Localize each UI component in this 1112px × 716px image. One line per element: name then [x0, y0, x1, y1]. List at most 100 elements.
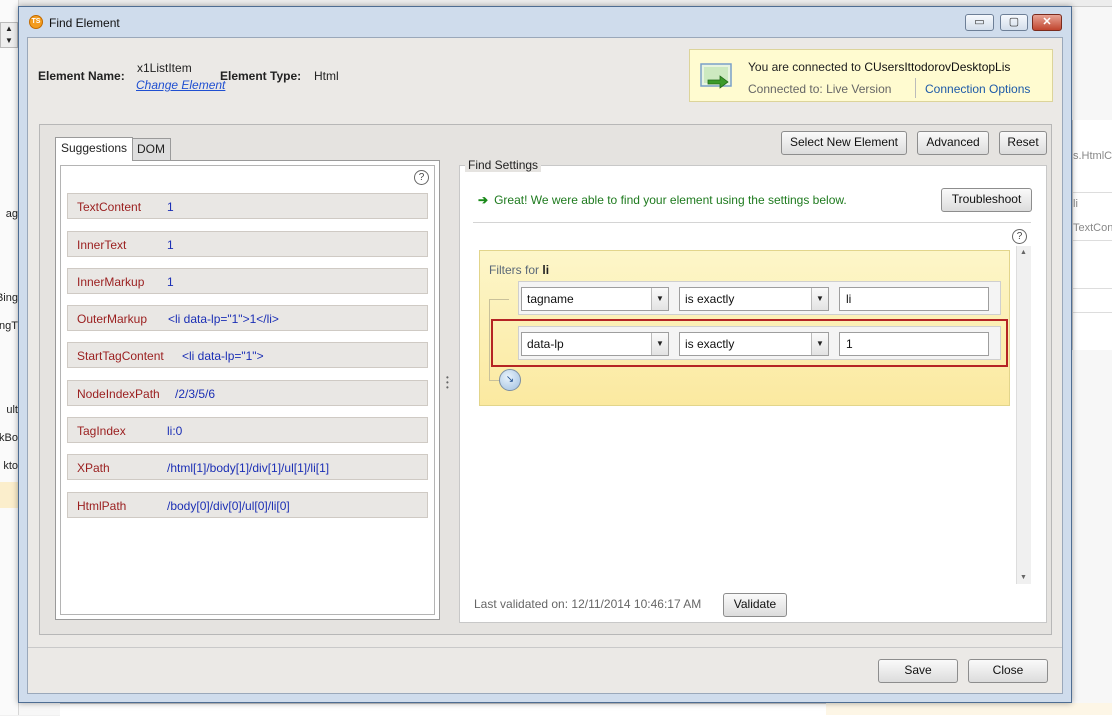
suggestion-value: 1	[167, 200, 174, 214]
filter-value-input[interactable]: 1	[839, 332, 989, 356]
success-message: ➔ Great! We were able to find your elemen…	[478, 193, 847, 207]
suggestion-key: InnerMarkup	[77, 275, 145, 289]
suggestion-item[interactable]: TagIndex li:0	[67, 417, 428, 443]
connection-status-panel: You are connected to CUsersIttodorovDesk…	[689, 49, 1053, 102]
filter-operator-value: is exactly	[685, 337, 735, 351]
element-name-label: Element Name:	[38, 69, 125, 83]
main-content-group: Suggestions DOM ? TextContent 1 InnerTex…	[39, 124, 1052, 635]
suggestions-list: ? TextContent 1 InnerText 1 InnerMarkup …	[60, 165, 435, 615]
background-text-fragment: kBo	[0, 432, 18, 444]
suggestion-value: <li data-lp="1">	[182, 349, 264, 363]
filter-operator-value: is exactly	[685, 292, 735, 306]
background-status-area-right	[826, 703, 1112, 715]
success-message-text: Great! We were able to find your element…	[494, 193, 847, 207]
filters-scrollbar[interactable]: ▲ ▼	[1016, 246, 1031, 584]
suggestion-value: /body[0]/div[0]/ul[0]/li[0]	[167, 499, 290, 513]
suggestion-value: li:0	[167, 424, 183, 438]
chevron-down-icon[interactable]: ▼	[811, 288, 828, 310]
suggestion-key: HtmlPath	[77, 499, 127, 513]
suggestion-value: /2/3/5/6	[175, 387, 216, 401]
last-validated-label: Last validated on:	[474, 597, 569, 611]
change-element-link[interactable]: Change Element	[136, 78, 225, 92]
reset-button[interactable]: Reset	[999, 131, 1047, 155]
element-name-value: x1ListItem	[137, 61, 192, 75]
filter-operator-select[interactable]: is exactly ▼	[679, 287, 829, 311]
connection-message: You are connected to CUsersIttodorovDesk…	[748, 60, 1010, 74]
suggestion-item[interactable]: TextContent 1	[67, 193, 428, 219]
filter-row: tagname ▼ is exactly ▼ li	[518, 281, 1001, 315]
background-text-fragment: s.HtmlC	[1073, 150, 1112, 162]
minimize-button[interactable]: ▭	[965, 14, 994, 31]
filters-title-tag: li	[542, 263, 550, 277]
element-type-value: Html	[314, 69, 339, 83]
save-button[interactable]: Save	[878, 659, 958, 683]
filter-attribute-select[interactable]: tagname ▼	[521, 287, 669, 311]
background-left-pane: ▲▼ ag Bing ngT ult kBo kto	[0, 0, 19, 715]
chevron-down-icon[interactable]: ▼	[651, 288, 668, 310]
add-arrow-icon: ↘	[505, 374, 515, 385]
suggestion-item[interactable]: OuterMarkup <li data-lp="1">1</li>	[67, 305, 428, 331]
suggestion-key: TagIndex	[77, 424, 126, 438]
background-text-fragment: ult	[6, 404, 18, 416]
connected-to-info: Connected to: Live Version	[748, 82, 891, 96]
help-icon[interactable]: ?	[1012, 229, 1027, 244]
last-validated-value: 12/11/2014 10:46:17 AM	[571, 597, 702, 611]
window-title: Find Element	[49, 16, 120, 30]
maximize-button[interactable]: ▢	[1000, 14, 1028, 31]
find-settings-legend: Find Settings	[465, 158, 542, 172]
green-arrow-icon: ➔	[478, 193, 489, 207]
close-button[interactable]: Close	[968, 659, 1048, 683]
suggestion-item[interactable]: HtmlPath /body[0]/div[0]/ul[0]/li[0]	[67, 492, 428, 518]
background-text-fragment: li	[1073, 198, 1078, 210]
splitter-handle[interactable]: • • •	[446, 374, 450, 392]
select-new-element-button[interactable]: Select New Element	[781, 131, 907, 155]
connection-options-link[interactable]: Connection Options	[925, 82, 1030, 96]
suggestion-item[interactable]: InnerMarkup 1	[67, 268, 428, 294]
tab-dom[interactable]: DOM	[131, 138, 171, 161]
connection-message-prefix: You are connected to	[748, 60, 861, 74]
filter-row: data-lp ▼ is exactly ▼ 1	[518, 326, 1001, 360]
advanced-button[interactable]: Advanced	[917, 131, 989, 155]
suggestion-item[interactable]: XPath /html[1]/body[1]/div[1]/ul[1]/li[1…	[67, 454, 428, 480]
filter-operator-select[interactable]: is exactly ▼	[679, 332, 829, 356]
suggestion-value: <li data-lp="1">1</li>	[168, 312, 279, 326]
filter-attribute-value: data-lp	[527, 337, 564, 351]
filter-row-selected[interactable]: data-lp ▼ is exactly ▼ 1	[491, 319, 1008, 367]
tab-suggestions[interactable]: Suggestions	[55, 137, 134, 161]
filters-panel: Filters for li tagname ▼ is exactly ▼ li…	[479, 250, 1010, 406]
suggestion-key: NodeIndexPath	[77, 387, 160, 401]
background-spinner[interactable]: ▲ ▼	[0, 22, 18, 48]
suggestion-key: XPath	[77, 461, 110, 475]
help-icon[interactable]: ?	[414, 170, 429, 185]
suggestion-value: /html[1]/body[1]/div[1]/ul[1]/li[1]	[167, 461, 330, 475]
element-type-label: Element Type:	[220, 69, 302, 83]
connected-to-label: Connected to:	[748, 82, 823, 96]
app-logo-icon: TS	[29, 15, 43, 29]
monitor-arrow-icon	[700, 63, 732, 89]
chevron-down-icon[interactable]: ▼	[811, 333, 828, 355]
chevron-down-icon[interactable]: ▼	[651, 333, 668, 355]
suggestion-item[interactable]: NodeIndexPath /2/3/5/6	[67, 380, 428, 406]
find-element-dialog: TS Find Element ▭ ▢ ✕ Element Name: x1Li…	[18, 6, 1072, 703]
scroll-up-icon[interactable]: ▲	[1020, 249, 1027, 256]
connection-target: CUsersIttodorovDesktopLis	[864, 60, 1011, 74]
validate-button[interactable]: Validate	[723, 593, 787, 617]
suggestion-item[interactable]: StartTagContent <li data-lp="1">	[67, 342, 428, 368]
footer-divider	[28, 647, 1062, 648]
filter-value-input[interactable]: li	[839, 287, 989, 311]
close-window-button[interactable]: ✕	[1032, 14, 1062, 31]
divider	[473, 222, 1031, 223]
scroll-down-icon[interactable]: ▼	[1020, 574, 1027, 581]
troubleshoot-button[interactable]: Troubleshoot	[941, 188, 1032, 212]
suggestion-key: OuterMarkup	[77, 312, 148, 326]
suggestion-item[interactable]: InnerText 1	[67, 231, 428, 257]
suggestion-key: InnerText	[77, 238, 127, 252]
title-bar[interactable]: TS Find Element ▭ ▢ ✕	[19, 7, 1071, 37]
add-filter-button[interactable]: ↘	[499, 369, 521, 391]
background-text-fragment: ag	[5, 208, 18, 220]
filter-attribute-select[interactable]: data-lp ▼	[521, 332, 669, 356]
filters-title-prefix: Filters for	[489, 263, 540, 277]
suggestion-key: StartTagContent	[77, 349, 164, 363]
filter-attribute-value: tagname	[527, 292, 574, 306]
connected-to-value: Live Version	[826, 82, 892, 96]
